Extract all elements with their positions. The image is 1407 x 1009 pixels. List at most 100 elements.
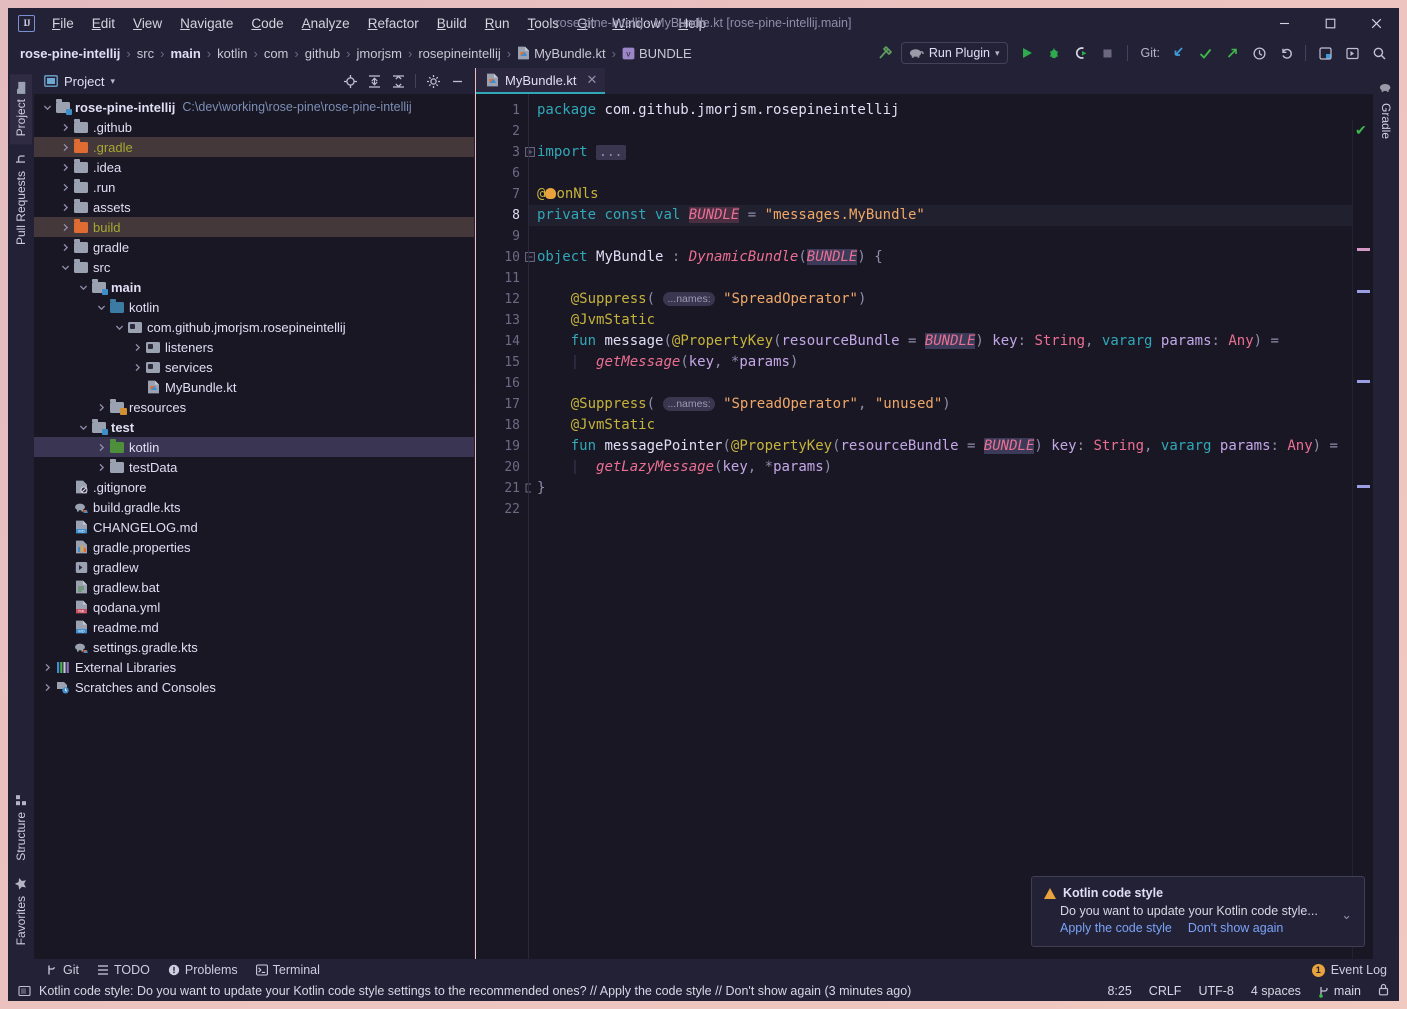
- breadcrumb-item-main[interactable]: main: [170, 46, 200, 61]
- hide-panel-icon[interactable]: [446, 70, 468, 92]
- search-icon[interactable]: [1367, 41, 1391, 65]
- breadcrumb-item-jmorjsm[interactable]: jmorjsm: [357, 46, 403, 61]
- breadcrumb-item-com[interactable]: com: [264, 46, 289, 61]
- menu-build[interactable]: Build: [428, 13, 476, 34]
- tree-node-kotlin[interactable]: kotlin: [34, 437, 474, 457]
- tree-node--github[interactable]: .github: [34, 117, 474, 137]
- tree-node-gradle[interactable]: gradle: [34, 237, 474, 257]
- line-number-21[interactable]: 21: [476, 478, 531, 499]
- menu-help[interactable]: Help: [669, 13, 715, 34]
- code-line-6[interactable]: [529, 163, 1373, 184]
- chevron-down-icon[interactable]: ⌄: [1341, 907, 1352, 923]
- stripe-mark-3[interactable]: [1357, 380, 1370, 383]
- bottom-tabs[interactable]: Git TODO Problems Terminal: [46, 963, 320, 977]
- menu-bar[interactable]: File Edit View Navigate Code Analyze Refactor B…: [43, 13, 715, 34]
- tree-node-test[interactable]: test: [34, 417, 474, 437]
- breadcrumb[interactable]: rose-pine-intellij › src › main › kotlin › com › g…: [20, 46, 692, 61]
- line-number-16[interactable]: 16: [476, 373, 528, 394]
- tree-node-listeners[interactable]: listeners: [34, 337, 474, 357]
- code-line-2[interactable]: [529, 121, 1373, 142]
- collapse-all-icon[interactable]: [387, 70, 409, 92]
- tree-node--idea[interactable]: .idea: [34, 157, 474, 177]
- locate-icon[interactable]: [339, 70, 361, 92]
- menu-view[interactable]: View: [124, 13, 171, 34]
- menu-file[interactable]: File: [43, 13, 83, 34]
- maximize-button[interactable]: [1307, 8, 1353, 38]
- menu-tools[interactable]: Tools: [519, 13, 569, 34]
- menu-navigate[interactable]: Navigate: [171, 13, 242, 34]
- line-number-gutter[interactable]: 1 2 3 6 7 8 9 10 11 12 13 14 15 16 17 18 19 20 21 22: [476, 94, 535, 959]
- menu-refactor[interactable]: Refactor: [359, 13, 428, 34]
- chevron-right-icon[interactable]: [40, 683, 54, 692]
- line-number-15[interactable]: 15: [476, 352, 528, 373]
- menu-run[interactable]: Run: [476, 13, 519, 34]
- line-separator[interactable]: CRLF: [1149, 984, 1182, 998]
- code-line-1[interactable]: package com.github.jmorjsm.rosepineintel…: [529, 100, 1373, 121]
- tree-node-mybundle-kt[interactable]: MyBundle.kt: [34, 377, 474, 397]
- line-number-1[interactable]: 1: [476, 100, 528, 121]
- menu-code[interactable]: Code: [242, 13, 292, 34]
- chevron-down-icon[interactable]: [112, 323, 126, 332]
- stripe-mark-1[interactable]: [1357, 248, 1370, 251]
- line-number-7[interactable]: 7: [476, 184, 528, 205]
- breadcrumb-item-mybundle-kt[interactable]: MyBundle.kt: [517, 46, 606, 61]
- tree-node-testdata[interactable]: testData: [34, 457, 474, 477]
- tool-window-pull-requests[interactable]: Pull Requests: [10, 144, 32, 253]
- close-icon[interactable]: ✕: [587, 72, 598, 88]
- settings-icon[interactable]: [1313, 41, 1337, 65]
- code-line-9[interactable]: [529, 226, 1373, 247]
- line-number-18[interactable]: 18: [476, 415, 528, 436]
- run-configuration-selector[interactable]: Run Plugin ▾: [900, 42, 1008, 64]
- code-line-17[interactable]: @Suppress( ...names: "SpreadOperator", "…: [529, 394, 1373, 415]
- indent-setting[interactable]: 4 spaces: [1251, 984, 1301, 998]
- line-number-20[interactable]: 20: [476, 457, 528, 478]
- code-line-3[interactable]: import ...: [529, 142, 1373, 163]
- tree-node-gradle-properties[interactable]: gradle.properties: [34, 537, 474, 557]
- tree-node-readme-md[interactable]: MD readme.md: [34, 617, 474, 637]
- tree-node--gradle[interactable]: .gradle: [34, 137, 474, 157]
- line-number-8[interactable]: 8: [476, 205, 528, 226]
- code-line-16[interactable]: [529, 373, 1373, 394]
- update-project-icon[interactable]: [1166, 41, 1190, 65]
- error-stripe-marker-panel[interactable]: ✔: [1352, 120, 1373, 959]
- tree-node-gradlew[interactable]: gradlew: [34, 557, 474, 577]
- project-panel-title[interactable]: Project ▾: [44, 74, 115, 89]
- stripe-mark-2[interactable]: [1357, 290, 1370, 293]
- chevron-down-icon[interactable]: [58, 263, 72, 272]
- dont-show-again-link[interactable]: Don't show again: [1188, 921, 1284, 935]
- apply-code-style-link[interactable]: Apply the code style: [1060, 921, 1172, 935]
- breadcrumb-item-rosepineintellij[interactable]: rosepineintellij: [418, 46, 500, 61]
- menu-analyze[interactable]: Analyze: [293, 13, 359, 34]
- tree-node-qodana-yml[interactable]: YML qodana.yml: [34, 597, 474, 617]
- tree-node-src[interactable]: src: [34, 257, 474, 277]
- chevron-right-icon[interactable]: [58, 203, 72, 212]
- code-line-7[interactable]: @ onNls: [529, 184, 1373, 205]
- line-number-17[interactable]: 17: [476, 394, 528, 415]
- line-number-3[interactable]: 3: [476, 142, 535, 163]
- tree-node-kotlin[interactable]: kotlin: [34, 297, 474, 317]
- bottom-tab-terminal[interactable]: Terminal: [255, 963, 320, 977]
- select-in-icon[interactable]: [1340, 41, 1364, 65]
- line-number-9[interactable]: 9: [476, 226, 528, 247]
- project-tree[interactable]: rose-pine-intellij C:\dev\working\rose-pi…: [34, 94, 474, 697]
- tool-window-structure[interactable]: Structure: [10, 786, 32, 869]
- line-number-19[interactable]: 19: [476, 436, 528, 457]
- code-line-21[interactable]: }: [529, 478, 1373, 499]
- debug-icon[interactable]: [1042, 41, 1066, 65]
- stop-icon[interactable]: [1096, 41, 1120, 65]
- tool-window-gradle[interactable]: Gradle: [1375, 74, 1397, 147]
- status-message[interactable]: Kotlin code style: Do you want to update…: [39, 984, 911, 998]
- code-line-12[interactable]: @Suppress( ...names: "SpreadOperator"): [529, 289, 1373, 310]
- message-icon[interactable]: [18, 985, 31, 998]
- breadcrumb-item-src[interactable]: src: [137, 46, 154, 61]
- commit-icon[interactable]: [1193, 41, 1217, 65]
- chevron-right-icon[interactable]: [130, 363, 144, 372]
- bottom-tab-problems[interactable]: Problems: [168, 963, 238, 977]
- lock-icon[interactable]: [1378, 983, 1389, 999]
- line-number-14[interactable]: 14: [476, 331, 528, 352]
- chevron-right-icon[interactable]: [40, 663, 54, 672]
- chevron-down-icon[interactable]: [76, 423, 90, 432]
- chevron-right-icon[interactable]: [130, 343, 144, 352]
- code-line-8[interactable]: private const val BUNDLE = "messages.MyB…: [529, 205, 1373, 226]
- line-number-22[interactable]: 22: [476, 499, 528, 520]
